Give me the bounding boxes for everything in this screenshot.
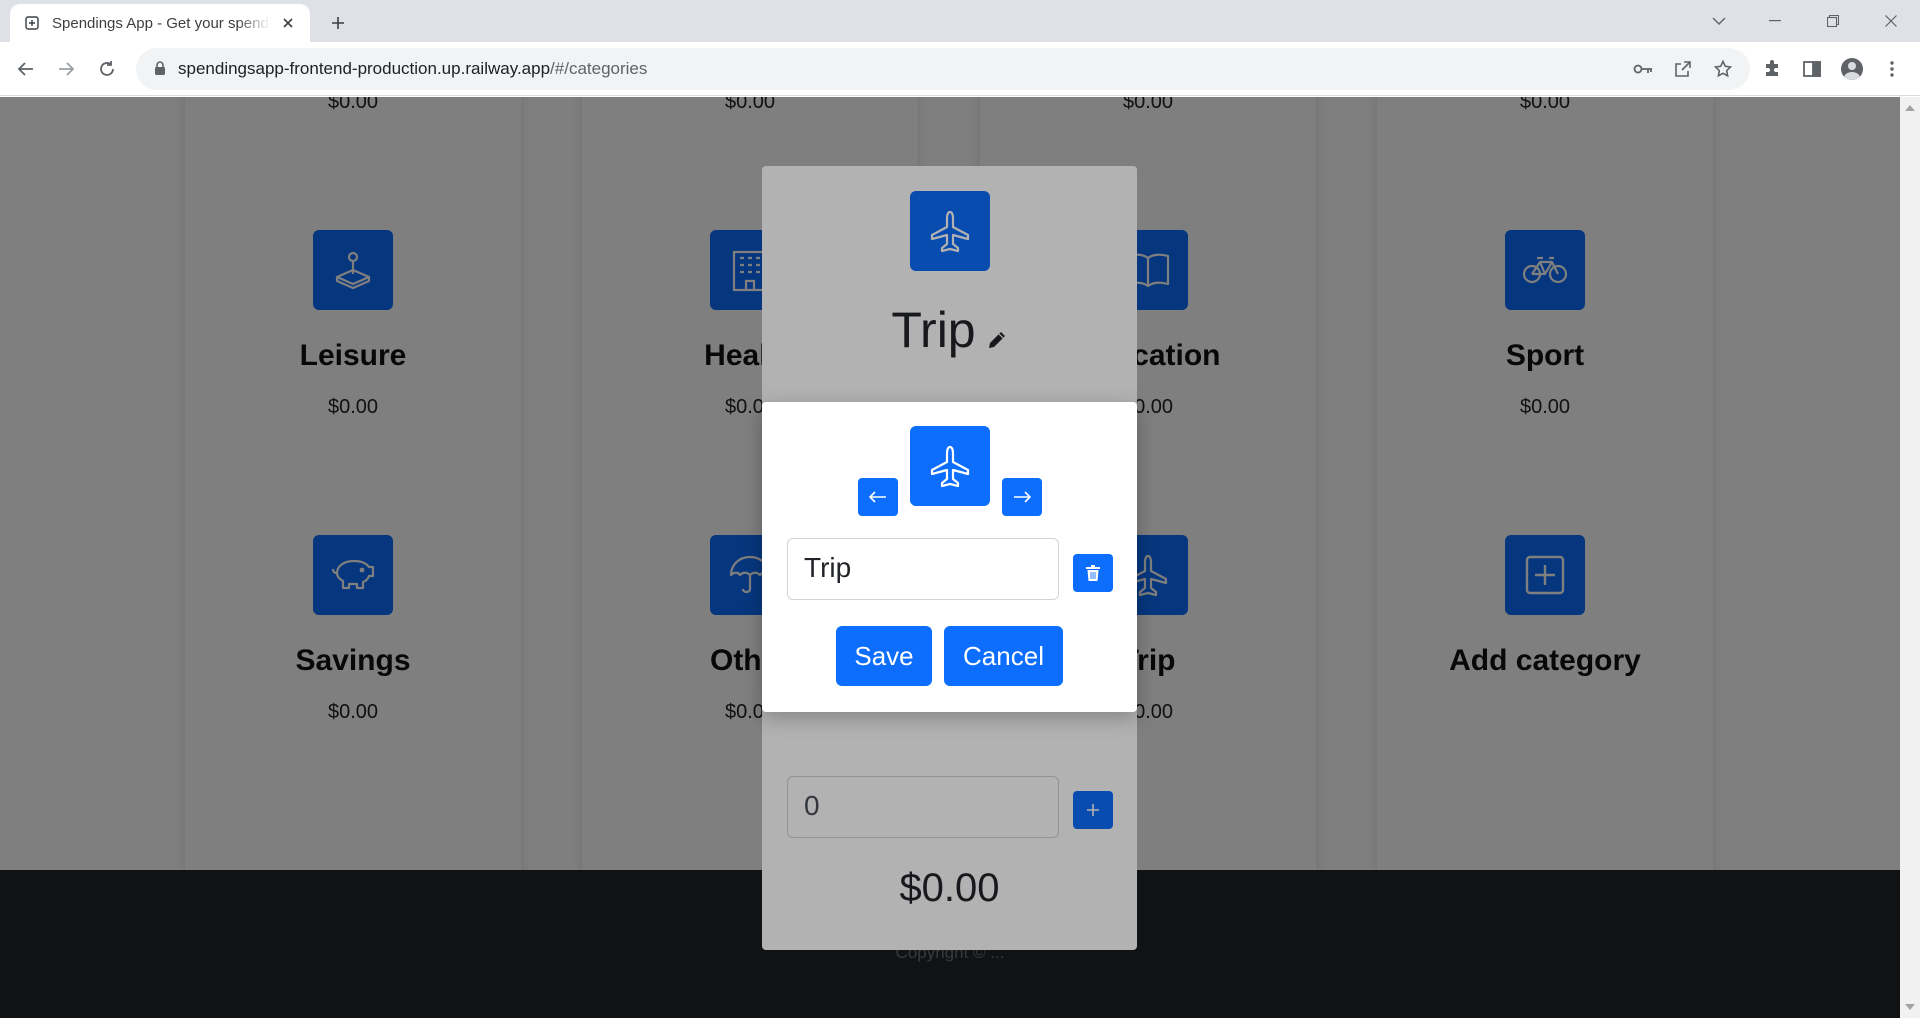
cancel-button[interactable]: Cancel [944, 626, 1063, 686]
save-button[interactable]: Save [836, 626, 932, 686]
side-panel-icon[interactable] [1796, 53, 1828, 85]
new-tab-button[interactable] [324, 9, 352, 37]
favicon-icon [24, 15, 40, 31]
reload-icon[interactable] [91, 53, 123, 85]
tab-title: Spendings App - Get your spendings [52, 14, 270, 32]
lock-icon [154, 61, 166, 76]
airplane-icon [910, 426, 990, 506]
page-scrollbar[interactable] [1900, 97, 1920, 1018]
next-icon-button[interactable] [1002, 478, 1042, 516]
address-bar[interactable]: spendingsapp-frontend-production.up.rail… [136, 48, 1750, 90]
key-icon[interactable] [1628, 54, 1658, 84]
forward-arrow-icon[interactable] [50, 53, 82, 85]
url-path: /#/categories [550, 59, 648, 78]
back-arrow-icon[interactable] [10, 53, 42, 85]
close-icon[interactable] [278, 13, 298, 33]
share-icon[interactable] [1668, 54, 1698, 84]
profile-avatar-icon[interactable] [1836, 53, 1868, 85]
delete-category-button[interactable] [1073, 554, 1113, 592]
extensions-puzzle-icon[interactable] [1756, 53, 1788, 85]
tab-search-chevron-down-icon[interactable] [1690, 0, 1748, 42]
category-name-input[interactable]: Trip [787, 538, 1059, 600]
url-host: spendingsapp-frontend-production.up.rail… [178, 59, 551, 78]
star-icon[interactable] [1708, 54, 1738, 84]
minimize-button[interactable] [1746, 0, 1804, 42]
previous-icon-button[interactable] [858, 478, 898, 516]
menu-kebab-icon[interactable] [1876, 53, 1908, 85]
edit-category-popup: Trip Save Cancel [762, 402, 1137, 712]
restore-button[interactable] [1804, 0, 1862, 42]
url-text: spendingsapp-frontend-production.up.rail… [178, 59, 647, 79]
scroll-down-arrow-icon[interactable] [1905, 1004, 1915, 1010]
browser-tabstrip: Spendings App - Get your spendings [0, 0, 1920, 42]
page-viewport: $0.00 $0.00 $0.00 $0.00 Leisure $0.00 He… [0, 97, 1900, 1018]
trash-icon [1086, 565, 1100, 581]
close-window-button[interactable] [1862, 0, 1920, 42]
browser-toolbar: spendingsapp-frontend-production.up.rail… [0, 42, 1920, 96]
browser-tab[interactable]: Spendings App - Get your spendings [10, 4, 310, 42]
scroll-up-arrow-icon[interactable] [1905, 105, 1915, 111]
